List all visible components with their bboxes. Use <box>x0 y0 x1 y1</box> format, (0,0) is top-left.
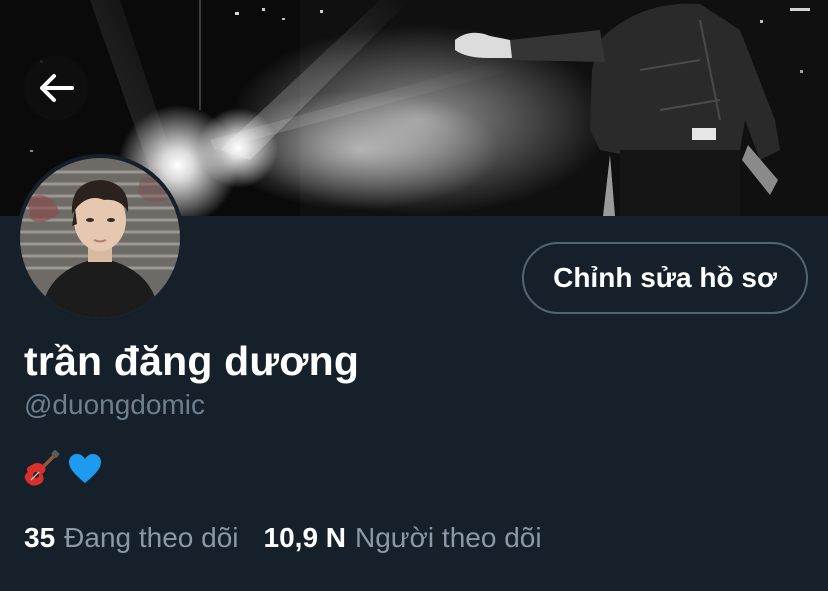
followers-stat[interactable]: 10,9 N Người theo dõi <box>264 522 542 554</box>
following-label: Đang theo dõi <box>64 522 239 553</box>
arrow-left-icon <box>40 74 74 102</box>
profile-bio <box>22 450 102 488</box>
follow-stats: 35 Đang theo dõi 10,9 N Người theo dõi <box>24 522 542 554</box>
following-stat[interactable]: 35 Đang theo dõi <box>24 522 239 554</box>
display-name: trần đăng dương <box>24 338 360 384</box>
avatar[interactable] <box>16 154 184 322</box>
followers-label: Người theo dõi <box>355 522 542 553</box>
guitar-icon <box>24 450 60 486</box>
back-button[interactable] <box>24 56 88 120</box>
avatar-photo <box>20 158 180 318</box>
blue-heart-icon <box>69 454 101 483</box>
followers-count: 10,9 N <box>263 522 347 553</box>
username-handle: @duongdomic <box>24 389 205 420</box>
edit-profile-button[interactable]: Chỉnh sửa hồ sơ <box>522 242 808 314</box>
edit-profile-label: Chỉnh sửa hồ sơ <box>553 262 777 293</box>
following-count: 35 <box>24 522 56 553</box>
